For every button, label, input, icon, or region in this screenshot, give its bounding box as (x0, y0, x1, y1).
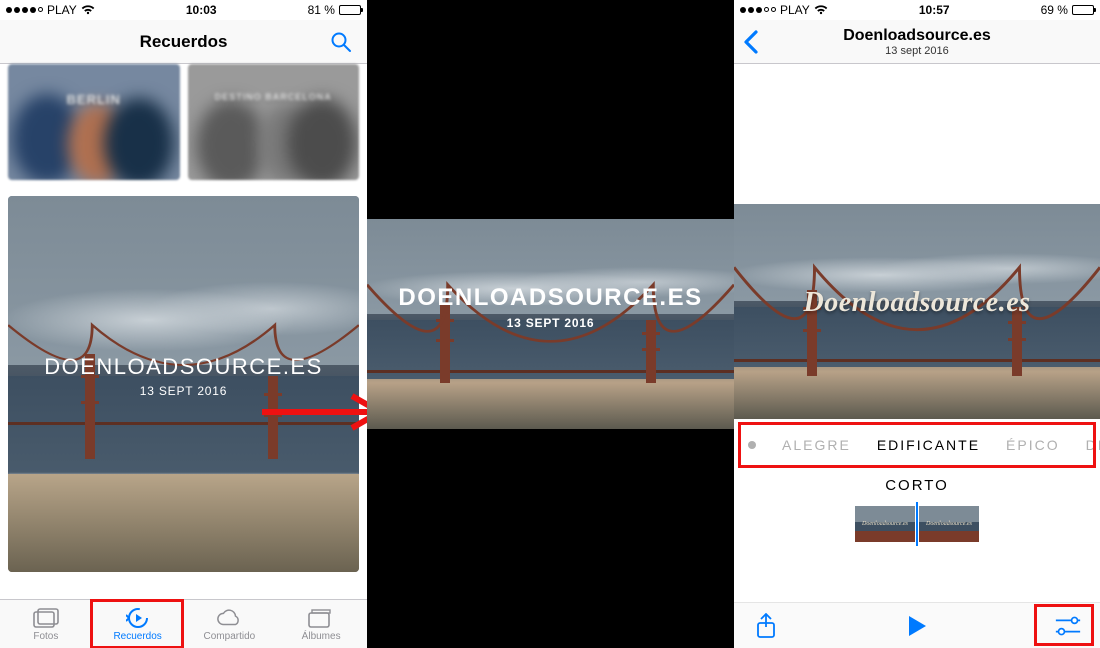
annotation-arrow-icon (258, 390, 367, 434)
status-bar: PLAY 10:57 69 % (734, 0, 1100, 20)
tab-fotos[interactable]: Fotos (0, 600, 92, 648)
tab-label: Álbumes (302, 631, 341, 642)
mood-option-alegre[interactable]: ALEGRE (782, 437, 851, 453)
battery-pct: 69 % (1041, 3, 1068, 17)
back-button[interactable] (742, 28, 760, 56)
signal-dots-icon (740, 7, 776, 13)
nav-subtitle: 13 sept 2016 (843, 45, 991, 57)
battery-pct: 81 % (308, 3, 335, 17)
adjust-sliders-button[interactable] (1054, 612, 1082, 640)
cloud-icon (216, 607, 242, 629)
mood-option-edificante[interactable]: EDIFICANTE (877, 437, 980, 453)
page-title: Recuerdos (140, 32, 228, 52)
memories-icon (125, 607, 151, 629)
timeline-thumb: Doenloadsource.es (919, 506, 979, 542)
memory-small-caption: DESTINO BARCELONA (215, 92, 332, 102)
timeline-scrubber[interactable]: Doenloadsource.es Doenloadsource.es (734, 504, 1100, 544)
mood-option-diver[interactable]: DIVER (1086, 437, 1100, 453)
nav-title: Doenloadsource.es (843, 27, 991, 45)
timeline-thumb: Doenloadsource.es (855, 506, 915, 542)
carrier-label: PLAY (780, 3, 810, 17)
tab-bar: Fotos Recuerdos Compartido Álbumes (0, 599, 367, 648)
status-bar: PLAY 10:03 81 % (0, 0, 367, 20)
signal-dots-icon (6, 7, 43, 13)
memory-player[interactable]: DOENLOADSOURCE.ES 13 SEPT 2016 (367, 219, 734, 429)
memory-small-caption: BERLIN (67, 92, 121, 107)
wifi-icon (814, 5, 828, 15)
tab-albumes[interactable]: Álbumes (275, 600, 367, 648)
albums-icon (308, 607, 334, 629)
tab-label: Compartido (204, 631, 256, 642)
status-time: 10:03 (186, 3, 217, 17)
tab-recuerdos[interactable]: Recuerdos (92, 600, 184, 648)
mood-option-epico[interactable]: ÉPICO (1006, 437, 1060, 453)
tab-label: Recuerdos (113, 631, 161, 642)
playhead-icon[interactable] (916, 502, 918, 546)
battery-icon (339, 5, 361, 15)
status-time: 10:57 (919, 3, 950, 17)
share-button[interactable] (752, 612, 780, 640)
mood-bullet-icon (748, 441, 756, 449)
play-button[interactable] (903, 612, 931, 640)
preview-title: Doenloadsource.es (734, 287, 1100, 319)
mood-selector[interactable]: ALEGRE EDIFICANTE ÉPICO DIVER (734, 419, 1100, 461)
nav-title-group: Doenloadsource.es 13 sept 2016 (843, 27, 991, 57)
carrier-label: PLAY (47, 3, 77, 17)
memory-small-tile[interactable]: DESTINO BARCELONA (188, 64, 360, 180)
editor-toolbar (734, 602, 1100, 648)
tab-label: Fotos (33, 631, 58, 642)
memories-small-row: BERLIN DESTINO BARCELONA (0, 64, 367, 180)
nav-bar: Doenloadsource.es 13 sept 2016 (734, 20, 1100, 64)
length-selector[interactable]: CORTO (734, 461, 1100, 504)
memory-small-tile[interactable]: BERLIN (8, 64, 180, 180)
memory-title: DOENLOADSOURCE.ES (8, 354, 359, 380)
memory-card[interactable]: DOENLOADSOURCE.ES 13 SEPT 2016 (8, 196, 359, 572)
tab-compartido[interactable]: Compartido (184, 600, 276, 648)
memory-title: DOENLOADSOURCE.ES (367, 284, 734, 312)
wifi-icon (81, 5, 95, 15)
nav-bar: Recuerdos (0, 20, 367, 64)
memory-preview[interactable]: Doenloadsource.es (734, 204, 1100, 419)
length-value: CORTO (885, 477, 949, 494)
memory-overlay: DOENLOADSOURCE.ES 13 SEPT 2016 (367, 284, 734, 330)
memory-date: 13 SEPT 2016 (367, 316, 734, 330)
search-button[interactable] (329, 30, 353, 54)
photos-icon (33, 607, 59, 629)
battery-icon (1072, 5, 1094, 15)
